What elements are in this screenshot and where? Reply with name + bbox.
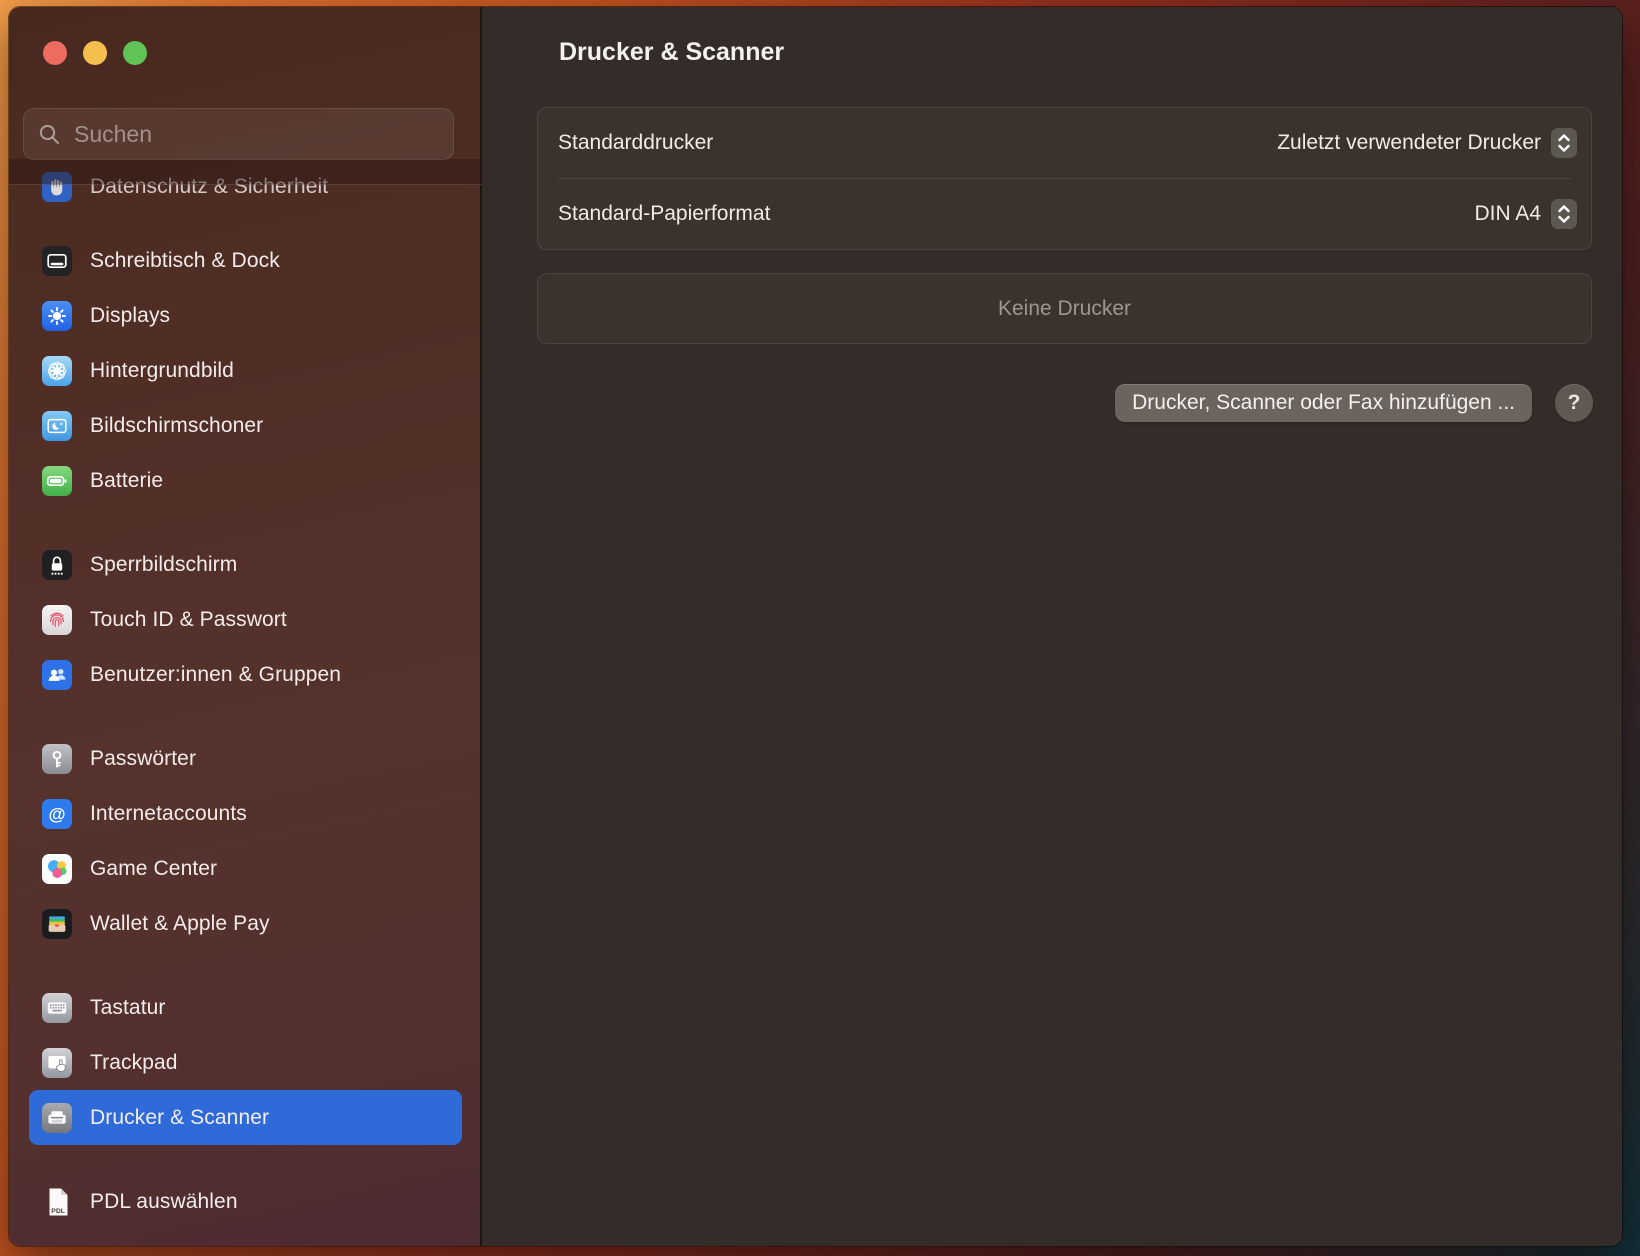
sidebar-item-label: Bildschirmschoner (90, 414, 263, 438)
sidebar-header-divider (9, 184, 482, 185)
sidebar-header-scrim (9, 159, 482, 185)
sidebar-item-batterie[interactable]: Batterie (29, 453, 462, 508)
sidebar-item-sperrbildschirm[interactable]: Sperrbildschirm (29, 537, 462, 592)
svg-text:PDL: PDL (51, 1208, 65, 1215)
at-icon: @ (42, 799, 72, 829)
sidebar-item-schreibtisch-dock[interactable]: Schreibtisch & Dock (29, 233, 462, 288)
sidebar-item-hintergrundbild[interactable]: Hintergrundbild (29, 343, 462, 398)
search-icon (37, 122, 62, 147)
close-button[interactable] (43, 41, 67, 65)
lock-icon (42, 550, 72, 580)
zoom-button[interactable] (123, 41, 147, 65)
users-icon (42, 660, 72, 690)
printer-icon (42, 1103, 72, 1133)
sidebar-item-internetaccounts[interactable]: @ Internetaccounts (29, 786, 462, 841)
svg-text:@: @ (48, 804, 65, 824)
sidebar-item-drucker-scanner[interactable]: Drucker & Scanner (29, 1090, 462, 1145)
sidebar-group: Passwörter @ Internetaccounts Game Center Wa… (9, 731, 482, 951)
sidebar-item-label: Wallet & Apple Pay (90, 912, 270, 936)
sidebar-item-displays[interactable]: Displays (29, 288, 462, 343)
standarddrucker-popup-button[interactable]: Zuletzt verwendeter Drucker (1277, 128, 1577, 158)
sidebar-item-benutzer-gruppen[interactable]: Benutzer:innen & Gruppen (29, 647, 462, 702)
sidebar-item-label: Schreibtisch & Dock (90, 249, 280, 273)
sidebar-item-wallet-apple-pay[interactable]: Wallet & Apple Pay (29, 896, 462, 951)
trackpad-icon (42, 1048, 72, 1078)
sidebar-item-passwoerter[interactable]: Passwörter (29, 731, 462, 786)
help-button[interactable]: ? (1555, 384, 1593, 422)
keyboard-icon (42, 993, 72, 1023)
search-input[interactable] (72, 120, 453, 149)
sidebar-item-label: Hintergrundbild (90, 359, 234, 383)
sidebar-item-game-center[interactable]: Game Center (29, 841, 462, 896)
add-printer-button[interactable]: Drucker, Scanner oder Fax hinzufügen ... (1115, 384, 1532, 422)
setting-label: Standard-Papierformat (558, 202, 1474, 226)
wallet-icon (42, 909, 72, 939)
sidebar-item-label: Trackpad (90, 1051, 178, 1075)
search-field[interactable] (23, 108, 454, 160)
popup-value: DIN A4 (1474, 202, 1541, 226)
desktop-dock-icon (42, 246, 72, 276)
sidebar-item-label: Batterie (90, 469, 163, 493)
sidebar-item-label: Benutzer:innen & Gruppen (90, 663, 341, 687)
setting-row-standarddrucker: StandarddruckerZuletzt verwendeter Druck… (538, 108, 1591, 178)
touchid-icon (42, 605, 72, 635)
sidebar-item-touch-id-passwort[interactable]: Touch ID & Passwort (29, 592, 462, 647)
sidebar-item-label: Drucker & Scanner (90, 1106, 269, 1130)
sidebar-item-label: Touch ID & Passwort (90, 608, 287, 632)
sidebar-item-bildschirmschoner[interactable]: Bildschirmschoner (29, 398, 462, 453)
sidebar: Datenschutz & SicherheitSchreibtisch & D… (9, 7, 482, 1246)
setting-row-standard-papierformat: Standard-PapierformatDIN A4 (538, 179, 1591, 249)
stepper-icon (1551, 128, 1577, 158)
popup-value: Zuletzt verwendeter Drucker (1277, 131, 1541, 155)
standard-papierformat-popup-button[interactable]: DIN A4 (1474, 199, 1577, 229)
pdl-document-icon: PDL (42, 1187, 72, 1217)
settings-card: StandarddruckerZuletzt verwendeter Druck… (537, 107, 1592, 250)
gamecenter-icon (42, 854, 72, 884)
sidebar-list: Datenschutz & SicherheitSchreibtisch & D… (9, 159, 482, 1247)
sidebar-item-label: Sperrbildschirm (90, 553, 237, 577)
wallpaper-icon (42, 356, 72, 386)
displays-icon (42, 301, 72, 331)
sidebar-item-pdl-auswaehlen[interactable]: PDL PDL auswählen (29, 1174, 462, 1229)
printers-empty-box: Keine Drucker (537, 273, 1592, 344)
minimize-button[interactable] (83, 41, 107, 65)
sidebar-item-tastatur[interactable]: Tastatur (29, 980, 462, 1035)
sidebar-item-label: Internetaccounts (90, 802, 247, 826)
battery-icon (42, 466, 72, 496)
sidebar-item-label: Displays (90, 304, 170, 328)
stepper-icon (1551, 199, 1577, 229)
sidebar-item-trackpad[interactable]: Trackpad (29, 1035, 462, 1090)
key-icon (42, 744, 72, 774)
sidebar-group: Sperrbildschirm Touch ID & Passwort Benutz… (9, 537, 482, 702)
main-panel: Drucker & Scanner StandarddruckerZuletzt… (482, 7, 1622, 1246)
sidebar-item-label: PDL auswählen (90, 1190, 238, 1214)
sidebar-group: Schreibtisch & Dock Displays Hintergrundbi… (9, 233, 482, 508)
sidebar-item-label: Passwörter (90, 747, 196, 771)
setting-label: Standarddrucker (558, 131, 1277, 155)
page-title: Drucker & Scanner (559, 38, 784, 67)
sidebar-item-label: Game Center (90, 857, 217, 881)
sidebar-group: Tastatur Trackpad Drucker & Scanner (9, 980, 482, 1145)
sidebar-item-label: Tastatur (90, 996, 166, 1020)
settings-window: Datenschutz & SicherheitSchreibtisch & D… (8, 6, 1623, 1247)
screensaver-icon (42, 411, 72, 441)
sidebar-group: PDL PDL auswählen (9, 1174, 482, 1229)
printers-empty-text: Keine Drucker (998, 297, 1131, 321)
